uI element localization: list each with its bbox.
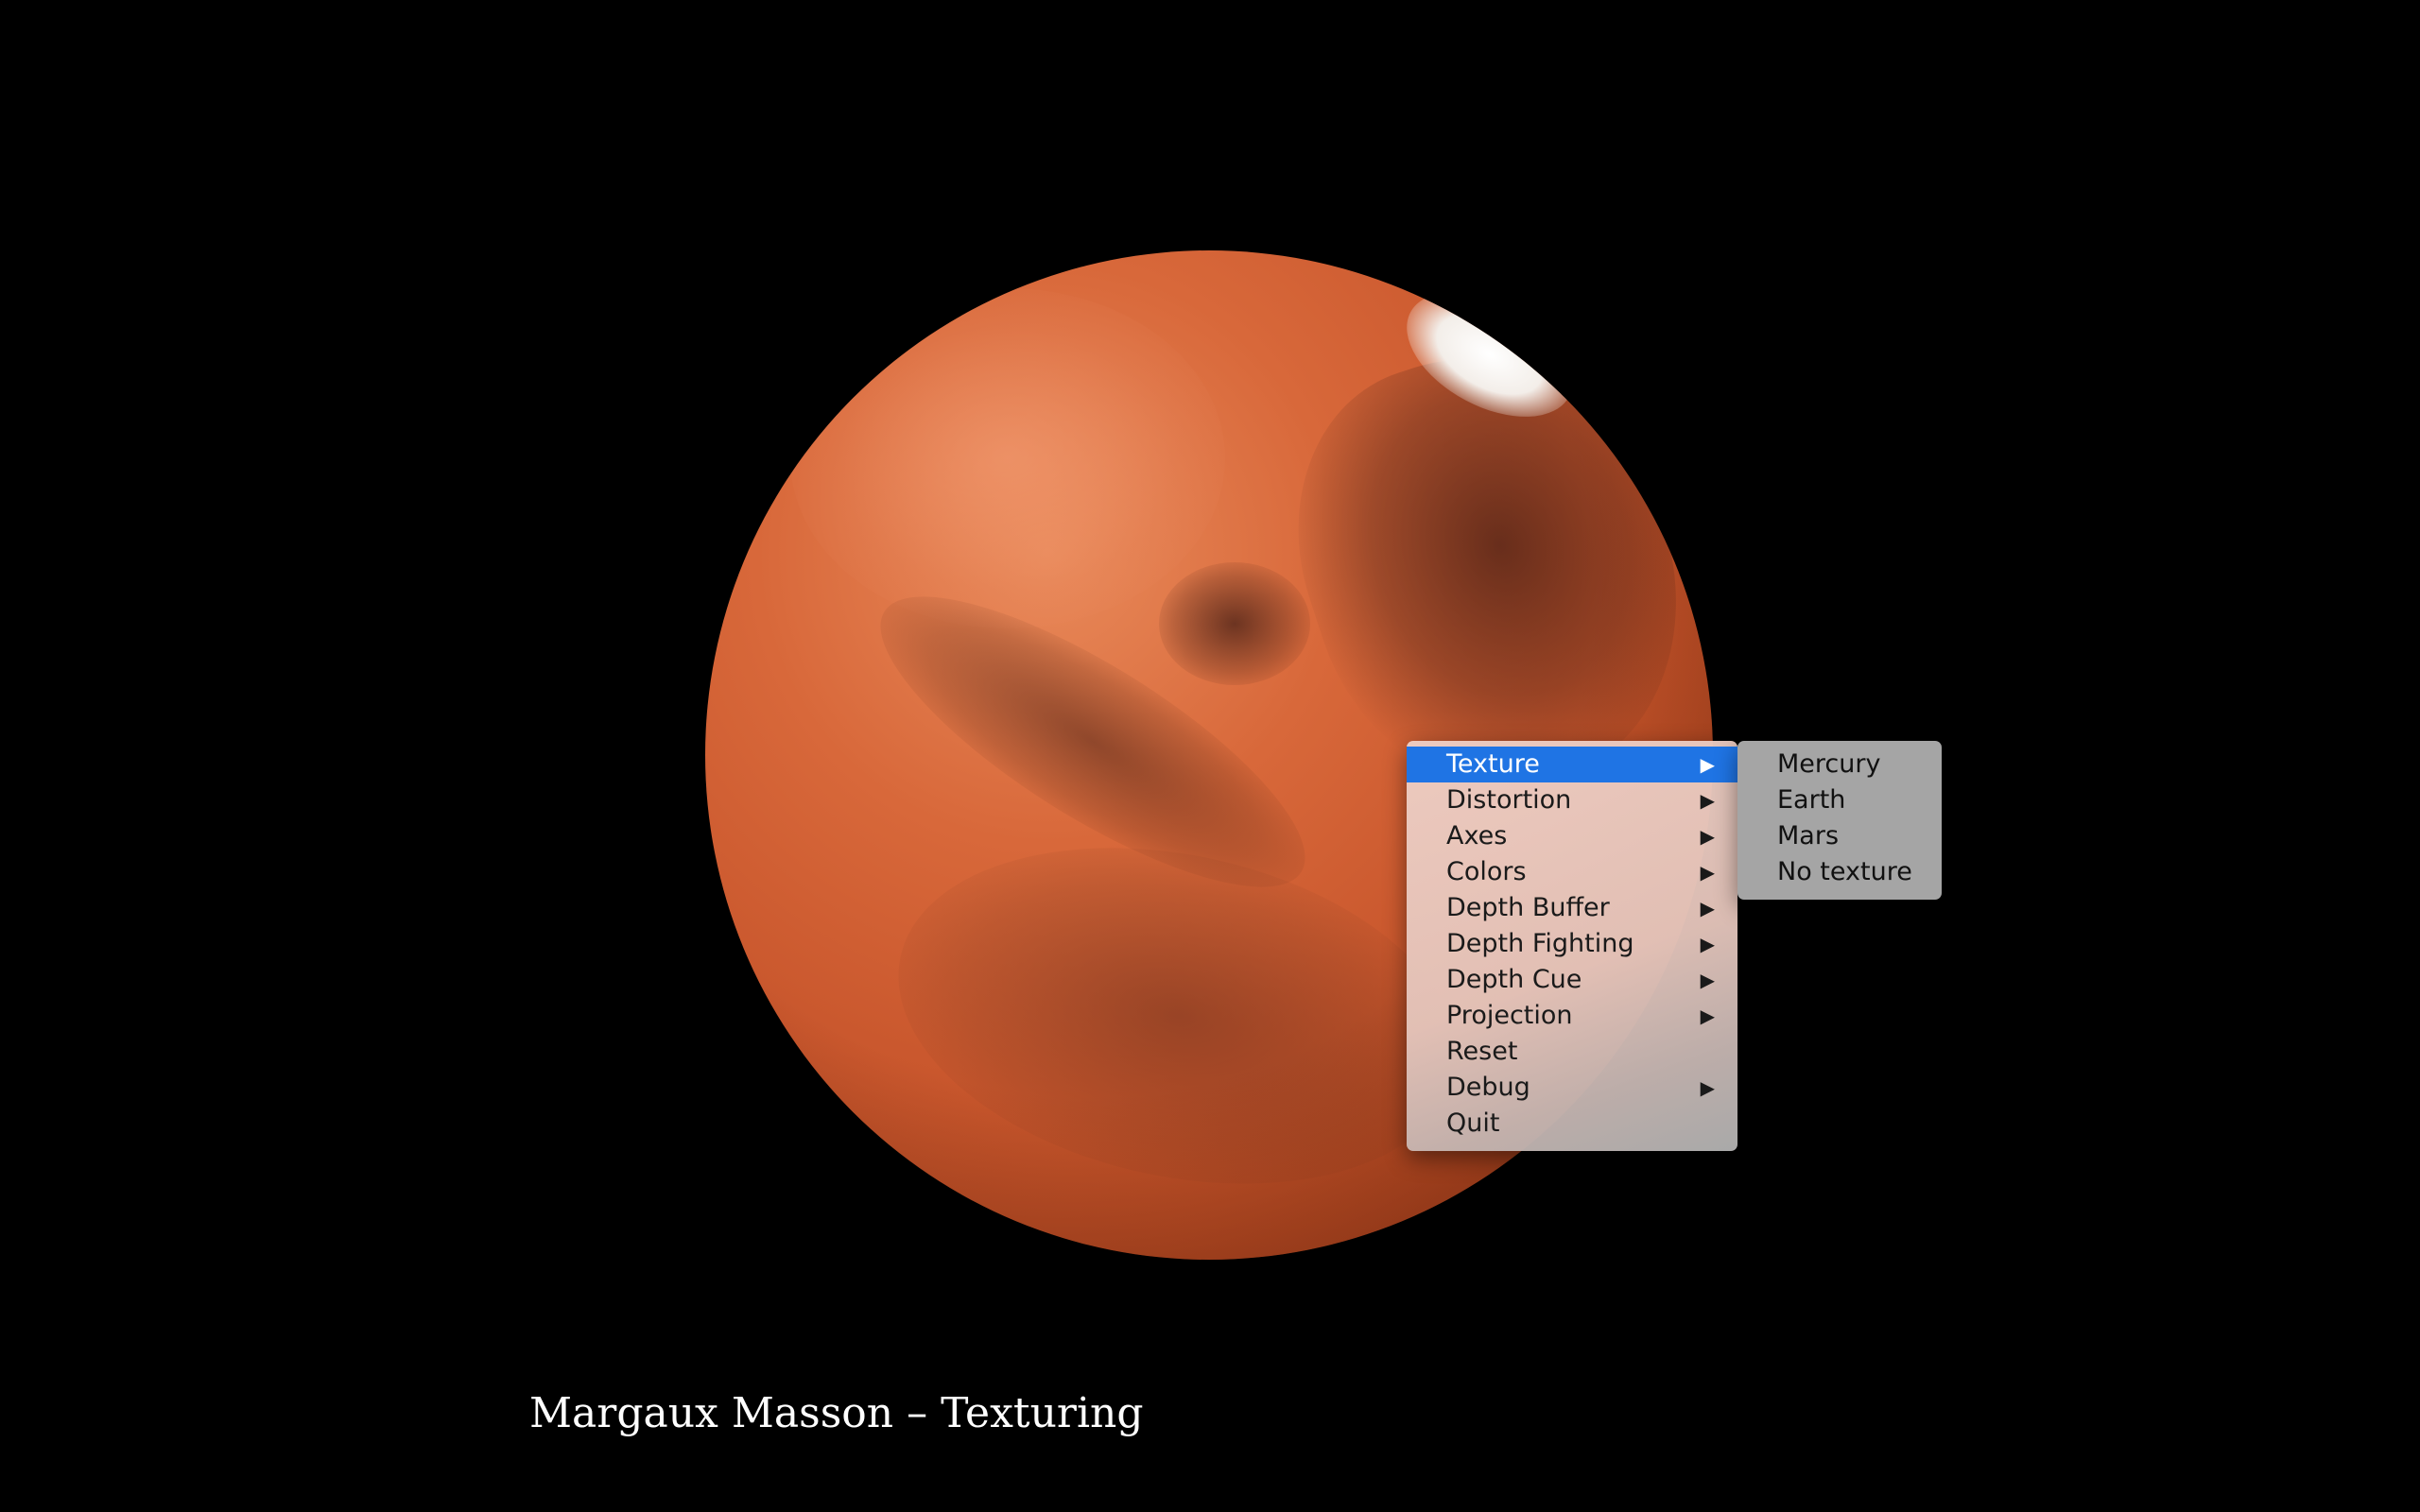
menu-item-debug[interactable]: Debug ▶ (1407, 1070, 1737, 1106)
menu-item-label: No texture (1777, 857, 1912, 886)
menu-item-colors[interactable]: Colors ▶ (1407, 854, 1737, 890)
menu-item-label: Depth Cue (1446, 965, 1582, 994)
submenu-item-earth[interactable]: Earth (1737, 782, 1942, 818)
submenu-item-no-texture[interactable]: No texture (1737, 854, 1942, 890)
menu-item-label: Colors (1446, 857, 1527, 886)
submenu-arrow-icon: ▶ (1700, 1005, 1715, 1027)
menu-item-label: Mars (1777, 821, 1840, 850)
submenu-arrow-icon: ▶ (1700, 969, 1715, 991)
submenu-arrow-icon: ▶ (1700, 753, 1715, 776)
submenu-arrow-icon: ▶ (1700, 861, 1715, 884)
menu-item-label: Earth (1777, 785, 1846, 815)
viewport-caption: Margaux Masson – Texturing (529, 1389, 1144, 1437)
menu-item-label: Depth Fighting (1446, 929, 1634, 958)
menu-item-distortion[interactable]: Distortion ▶ (1407, 782, 1737, 818)
submenu-item-mars[interactable]: Mars (1737, 818, 1942, 854)
submenu-arrow-icon: ▶ (1700, 933, 1715, 955)
menu-item-texture[interactable]: Texture ▶ (1407, 747, 1737, 782)
menu-item-label: Axes (1446, 821, 1508, 850)
menu-item-label: Quit (1446, 1108, 1500, 1138)
context-menu[interactable]: Texture ▶ Distortion ▶ Axes ▶ Colors ▶ D… (1407, 741, 1737, 1151)
menu-item-projection[interactable]: Projection ▶ (1407, 998, 1737, 1034)
menu-item-depth-fighting[interactable]: Depth Fighting ▶ (1407, 926, 1737, 962)
menu-item-reset[interactable]: Reset (1407, 1034, 1737, 1070)
menu-item-label: Distortion (1446, 785, 1572, 815)
submenu-arrow-icon: ▶ (1700, 1076, 1715, 1099)
menu-item-axes[interactable]: Axes ▶ (1407, 818, 1737, 854)
texture-submenu[interactable]: Mercury Earth Mars No texture (1737, 741, 1942, 900)
menu-item-label: Depth Buffer (1446, 893, 1610, 922)
render-viewport[interactable]: Texture ▶ Distortion ▶ Axes ▶ Colors ▶ D… (0, 0, 2420, 1512)
menu-item-label: Mercury (1777, 749, 1881, 779)
menu-item-label: Projection (1446, 1001, 1573, 1030)
menu-item-depth-buffer[interactable]: Depth Buffer ▶ (1407, 890, 1737, 926)
menu-item-label: Reset (1446, 1037, 1518, 1066)
submenu-item-mercury[interactable]: Mercury (1737, 747, 1942, 782)
menu-item-label: Texture (1446, 749, 1540, 779)
menu-item-quit[interactable]: Quit (1407, 1106, 1737, 1142)
menu-item-label: Debug (1446, 1073, 1530, 1102)
menu-item-depth-cue[interactable]: Depth Cue ▶ (1407, 962, 1737, 998)
submenu-arrow-icon: ▶ (1700, 897, 1715, 919)
submenu-arrow-icon: ▶ (1700, 825, 1715, 848)
submenu-arrow-icon: ▶ (1700, 789, 1715, 812)
